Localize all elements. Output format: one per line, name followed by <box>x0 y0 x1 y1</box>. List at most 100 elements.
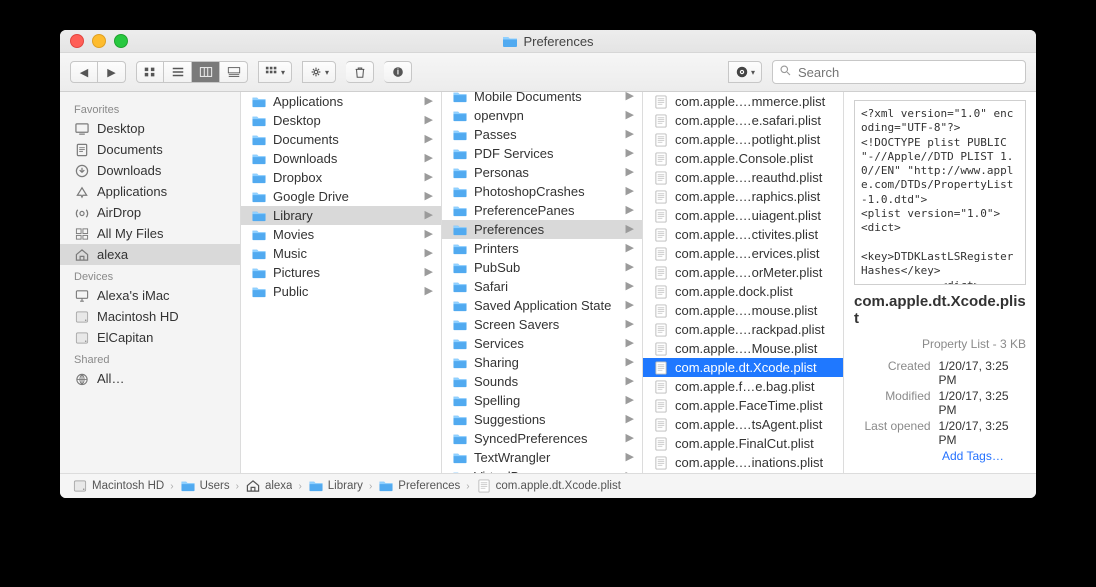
dropbox-smartsync-button[interactable]: ▾ <box>728 61 762 83</box>
folder-row[interactable]: TextWrangler▶ <box>442 448 642 467</box>
folder-row[interactable]: PDF Services▶ <box>442 144 642 163</box>
folder-icon <box>502 34 518 48</box>
folder-row[interactable]: Documents▶ <box>241 130 441 149</box>
column-view-button[interactable] <box>192 61 220 83</box>
action-button[interactable]: ▾ <box>302 61 336 83</box>
folder-row[interactable]: Personas▶ <box>442 163 642 182</box>
folder-row[interactable]: Saved Application State▶ <box>442 296 642 315</box>
sidebar-item[interactable]: Downloads <box>60 160 240 181</box>
folder-row[interactable]: Music▶ <box>241 244 441 263</box>
folder-row[interactable]: PreferencePanes▶ <box>442 201 642 220</box>
folder-row[interactable]: Public▶ <box>241 282 441 301</box>
sidebar-item[interactable]: Documents <box>60 139 240 160</box>
folder-row[interactable]: Screen Savers▶ <box>442 315 642 334</box>
sidebar-item[interactable]: alexa <box>60 244 240 265</box>
file-icon <box>653 171 669 185</box>
sidebar-item[interactable]: All… <box>60 368 240 389</box>
folder-row[interactable]: Services▶ <box>442 334 642 353</box>
folder-row[interactable]: Safari▶ <box>442 277 642 296</box>
info-button[interactable] <box>384 61 412 83</box>
file-row[interactable]: com.apple.…orMeter.plist <box>643 263 843 282</box>
folder-icon <box>378 479 394 493</box>
file-row[interactable]: com.apple.…potlight.plist <box>643 130 843 149</box>
add-tags-link[interactable]: Add Tags… <box>942 449 1004 463</box>
folder-row[interactable]: VirtualBox▶ <box>442 467 642 473</box>
file-row[interactable]: com.apple.Console.plist <box>643 149 843 168</box>
file-row[interactable]: com.apple.…rackpad.plist <box>643 320 843 339</box>
file-row[interactable]: com.apple.…Mouse.plist <box>643 339 843 358</box>
column-3[interactable]: com.apple.…mmerce.plistcom.apple.…e.safa… <box>643 92 844 473</box>
folder-row[interactable]: Pictures▶ <box>241 263 441 282</box>
file-row[interactable]: com.apple.…uiagent.plist <box>643 206 843 225</box>
column-1[interactable]: Applications▶Desktop▶Documents▶Downloads… <box>241 92 442 473</box>
folder-row[interactable]: Preferences▶ <box>442 220 642 239</box>
folder-row[interactable]: Mobile Documents▶ <box>442 92 642 106</box>
folder-row[interactable]: PubSub▶ <box>442 258 642 277</box>
folder-row[interactable]: Movies▶ <box>241 225 441 244</box>
window-title: Preferences <box>60 34 1036 49</box>
folder-row[interactable]: Library▶ <box>241 206 441 225</box>
sidebar-item[interactable]: Desktop <box>60 118 240 139</box>
folder-row[interactable]: Downloads▶ <box>241 149 441 168</box>
zoom-button[interactable] <box>114 34 128 48</box>
forward-button[interactable]: ▶ <box>98 61 126 83</box>
file-row[interactable]: com.apple.dt.Xcode.plist <box>643 358 843 377</box>
file-row[interactable]: com.apple.…raphics.plist <box>643 187 843 206</box>
column-2[interactable]: Mobile Documents▶openvpn▶Passes▶PDF Serv… <box>442 92 643 473</box>
file-row[interactable]: com.apple.finder.plist <box>643 472 843 473</box>
file-row[interactable]: com.apple.…mmerce.plist <box>643 92 843 111</box>
path-crumb[interactable]: Users <box>180 479 230 493</box>
file-row[interactable]: com.apple.f…e.bag.plist <box>643 377 843 396</box>
folder-row[interactable]: Suggestions▶ <box>442 410 642 429</box>
disclosure-arrow-icon: ▶ <box>626 357 634 368</box>
path-crumb[interactable]: com.apple.dt.Xcode.plist <box>476 479 621 493</box>
sidebar-item[interactable]: AirDrop <box>60 202 240 223</box>
path-crumb[interactable]: Library <box>308 479 363 493</box>
file-row[interactable]: com.apple.…tsAgent.plist <box>643 415 843 434</box>
coverflow-view-button[interactable] <box>220 61 248 83</box>
folder-row[interactable]: Passes▶ <box>442 125 642 144</box>
file-icon <box>653 342 669 356</box>
folder-row[interactable]: Dropbox▶ <box>241 168 441 187</box>
folder-row[interactable]: Printers▶ <box>442 239 642 258</box>
disclosure-arrow-icon: ▶ <box>626 224 634 235</box>
sidebar-item[interactable]: Alexa's iMac <box>60 285 240 306</box>
back-button[interactable]: ◀ <box>70 61 98 83</box>
sidebar-item[interactable]: Applications <box>60 181 240 202</box>
folder-row[interactable]: Google Drive▶ <box>241 187 441 206</box>
folder-row[interactable]: Spelling▶ <box>442 391 642 410</box>
sidebar-item[interactable]: All My Files <box>60 223 240 244</box>
file-row[interactable]: com.apple.…e.safari.plist <box>643 111 843 130</box>
folder-row[interactable]: Desktop▶ <box>241 111 441 130</box>
arrange-button[interactable]: ▾ <box>258 61 292 83</box>
folder-row[interactable]: Applications▶ <box>241 92 441 111</box>
folder-row[interactable]: Sounds▶ <box>442 372 642 391</box>
file-row[interactable]: com.apple.dock.plist <box>643 282 843 301</box>
folder-row[interactable]: SyncedPreferences▶ <box>442 429 642 448</box>
folder-row[interactable]: Sharing▶ <box>442 353 642 372</box>
path-crumb[interactable]: alexa <box>245 479 293 493</box>
file-row[interactable]: com.apple.FinalCut.plist <box>643 434 843 453</box>
list-view-button[interactable] <box>164 61 192 83</box>
close-button[interactable] <box>70 34 84 48</box>
sidebar-item[interactable]: Macintosh HD <box>60 306 240 327</box>
search-input[interactable] <box>796 64 1019 81</box>
folder-row[interactable]: openvpn▶ <box>442 106 642 125</box>
file-row[interactable]: com.apple.…ctivites.plist <box>643 225 843 244</box>
path-crumb[interactable]: Preferences <box>378 479 460 493</box>
row-label: Screen Savers <box>474 317 620 332</box>
file-row[interactable]: com.apple.…inations.plist <box>643 453 843 472</box>
file-row[interactable]: com.apple.…reauthd.plist <box>643 168 843 187</box>
path-crumb[interactable]: Macintosh HD <box>72 479 164 493</box>
search-field[interactable] <box>772 60 1026 84</box>
file-row[interactable]: com.apple.FaceTime.plist <box>643 396 843 415</box>
folder-row[interactable]: PhotoshopCrashes▶ <box>442 182 642 201</box>
trash-button[interactable] <box>346 61 374 83</box>
file-row[interactable]: com.apple.…mouse.plist <box>643 301 843 320</box>
file-row[interactable]: com.apple.…ervices.plist <box>643 244 843 263</box>
sidebar-item[interactable]: ElCapitan <box>60 327 240 348</box>
folder-icon <box>251 95 267 109</box>
file-icon <box>653 323 669 337</box>
minimize-button[interactable] <box>92 34 106 48</box>
icon-view-button[interactable] <box>136 61 164 83</box>
